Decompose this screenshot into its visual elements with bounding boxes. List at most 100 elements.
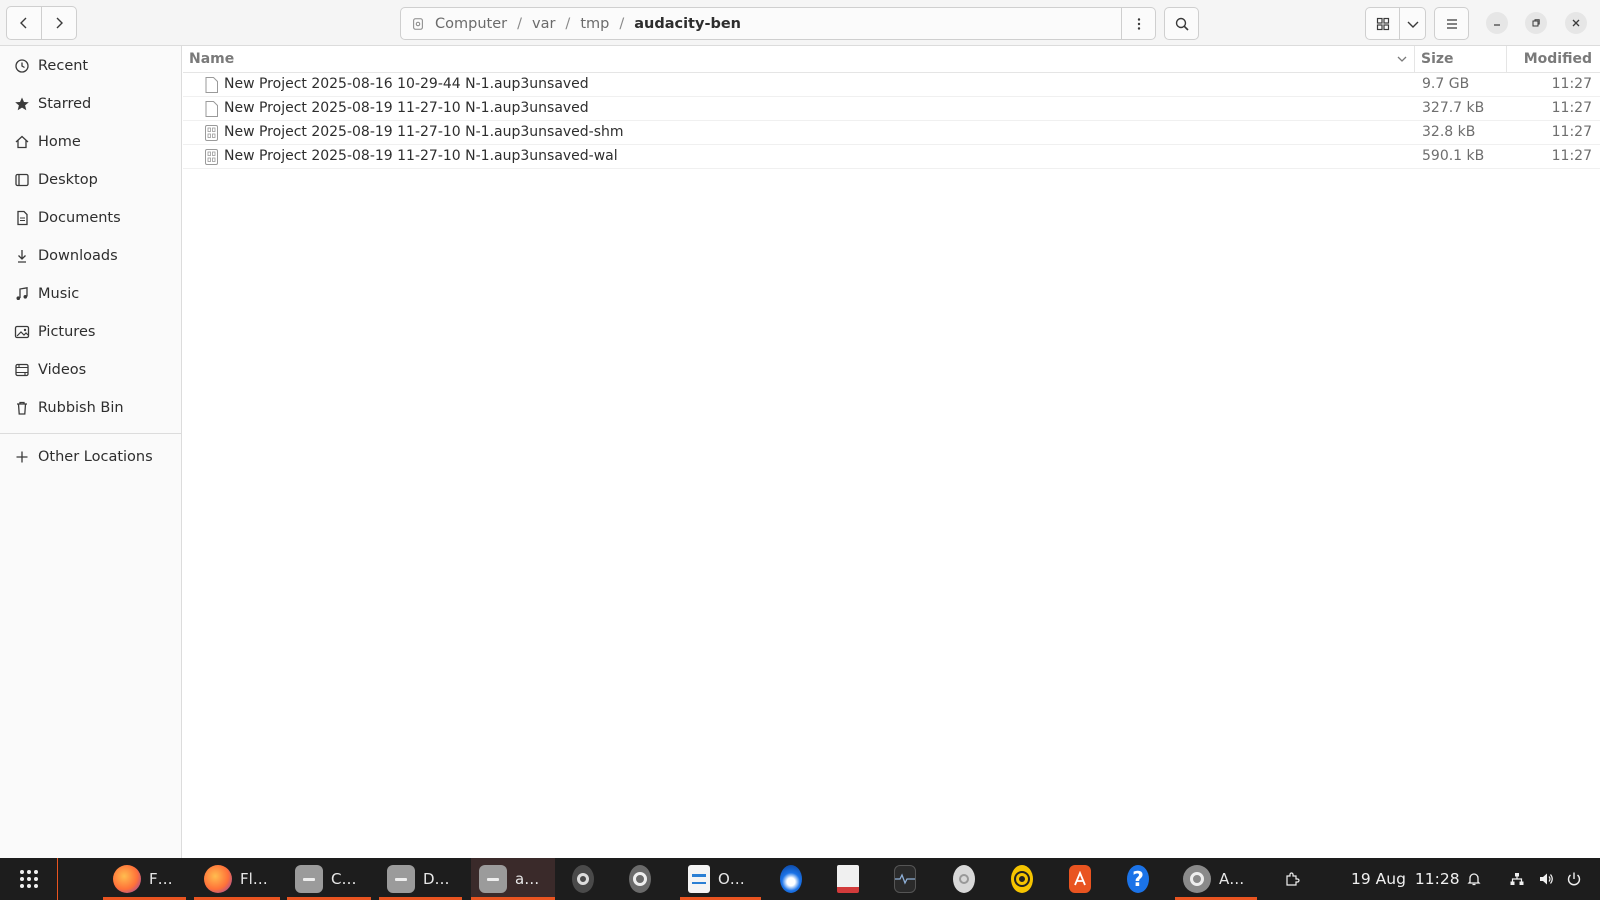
- file-list: Name Size Modified New Project 2025-08-1…: [183, 46, 1600, 858]
- trash-icon: [17, 401, 27, 415]
- view-options-button[interactable]: [1399, 7, 1426, 40]
- network-icon: [1510, 873, 1524, 885]
- table-row[interactable]: New Project 2025-08-19 11-27-10 N-1.aup3…: [183, 97, 1600, 121]
- sidebar-item-desktop[interactable]: Desktop: [0, 163, 181, 197]
- path-menu-button[interactable]: [1121, 7, 1156, 40]
- task-disks[interactable]: [953, 858, 983, 900]
- taskbar: F… Fl… C… D… a… O… ? A… 19 Aug 11:28: [0, 858, 1600, 900]
- volume-indicator[interactable]: [1538, 858, 1554, 900]
- file-size: 327.7 kB: [1422, 100, 1485, 116]
- firefox-icon: [204, 865, 232, 893]
- file-modified: 11:27: [1551, 76, 1592, 92]
- sidebar-item-recent[interactable]: Recent: [0, 49, 181, 83]
- task-rhythmbox[interactable]: [1011, 858, 1041, 900]
- disk-icon: [413, 17, 423, 30]
- task-help[interactable]: ?: [1127, 858, 1157, 900]
- sidebar-item-label: Music: [38, 286, 80, 302]
- table-row[interactable]: New Project 2025-08-16 10-29-44 N-1.aup3…: [183, 73, 1600, 97]
- file-size: 590.1 kB: [1422, 148, 1485, 164]
- binary-file-icon: [205, 125, 218, 141]
- sidebar-item-home[interactable]: Home: [0, 125, 181, 159]
- sidebar-item-starred[interactable]: Starred: [0, 87, 181, 121]
- download-icon: [18, 250, 26, 263]
- task-speaker[interactable]: [572, 858, 602, 900]
- close-icon: [1572, 19, 1580, 27]
- extensions-indicator[interactable]: [1284, 858, 1300, 900]
- task-system-monitor[interactable]: [894, 858, 924, 900]
- sidebar-item-documents[interactable]: Documents: [0, 201, 181, 235]
- task-firefox-2[interactable]: Fl…: [194, 858, 280, 900]
- sidebar-item-label: Documents: [38, 210, 121, 226]
- chevron-down-icon: [1407, 21, 1418, 28]
- sidebar-item-videos[interactable]: Videos: [0, 353, 181, 387]
- notifications-indicator[interactable]: [1466, 858, 1482, 900]
- network-indicator[interactable]: [1509, 858, 1525, 900]
- puzzle-icon: [1286, 872, 1300, 886]
- grid-view-button[interactable]: [1365, 7, 1400, 40]
- close-button[interactable]: [1565, 12, 1587, 34]
- sidebar-item-label: Recent: [38, 58, 89, 74]
- show-apps-button[interactable]: [0, 858, 58, 900]
- search-button[interactable]: [1164, 7, 1199, 40]
- back-button[interactable]: [6, 6, 42, 40]
- binary-file-icon: [205, 149, 218, 165]
- sort-descending-icon[interactable]: [1395, 52, 1409, 66]
- forward-button[interactable]: [41, 6, 77, 40]
- picture-icon: [14, 325, 30, 339]
- music-icon: [16, 287, 28, 300]
- task-thunderbird[interactable]: [780, 858, 810, 900]
- breadcrumb-current[interactable]: audacity-ben: [628, 16, 747, 32]
- table-row[interactable]: New Project 2025-08-19 11-27-10 N-1.aup3…: [183, 121, 1600, 145]
- task-files-2[interactable]: D…: [379, 858, 462, 900]
- chevron-left-icon: [20, 17, 27, 29]
- disk-icon: [953, 865, 975, 893]
- column-header-size[interactable]: Size: [1415, 46, 1507, 72]
- writer-icon: [688, 865, 710, 893]
- breadcrumb-var[interactable]: var: [526, 16, 561, 32]
- sidebar-item-rubbish-bin[interactable]: Rubbish Bin: [0, 391, 181, 425]
- task-document-viewer[interactable]: [837, 858, 867, 900]
- clock-icon: [15, 59, 29, 73]
- bell-icon: [1467, 873, 1481, 886]
- activity-monitor-icon: [894, 865, 916, 893]
- task-files-1[interactable]: C…: [287, 858, 371, 900]
- sidebar-item-label: Desktop: [38, 172, 98, 188]
- sidebar-item-pictures[interactable]: Pictures: [0, 315, 181, 349]
- document-viewer-icon: [837, 865, 859, 893]
- main-menu-button[interactable]: [1434, 7, 1469, 40]
- sidebar-item-label: Downloads: [38, 248, 118, 264]
- power-indicator[interactable]: [1566, 858, 1582, 900]
- sidebar-item-other-locations[interactable]: Other Locations: [0, 440, 181, 474]
- file-name: New Project 2025-08-16 10-29-44 N-1.aup3…: [224, 76, 589, 92]
- task-settings-app[interactable]: [629, 858, 659, 900]
- sidebar-item-label: Starred: [38, 96, 92, 112]
- rhythmbox-icon: [1011, 865, 1033, 893]
- app-center-icon: [1069, 865, 1091, 893]
- task-writer[interactable]: O…: [680, 858, 761, 900]
- sidebar-item-label: Rubbish Bin: [38, 400, 124, 416]
- files-icon: [295, 865, 323, 893]
- speaker-icon: [572, 865, 594, 893]
- task-app-center[interactable]: [1069, 858, 1099, 900]
- table-row[interactable]: New Project 2025-08-19 11-27-10 N-1.aup3…: [183, 145, 1600, 169]
- file-modified: 11:27: [1551, 124, 1592, 140]
- sidebar-item-label: Videos: [38, 362, 87, 378]
- task-firefox-1[interactable]: F…: [103, 858, 186, 900]
- sidebar-item-music[interactable]: Music: [0, 277, 181, 311]
- sidebar-item-downloads[interactable]: Downloads: [0, 239, 181, 273]
- maximize-button[interactable]: [1525, 12, 1547, 34]
- breadcrumb-computer[interactable]: Computer: [429, 16, 513, 32]
- power-icon: [1567, 872, 1581, 886]
- search-icon: [1175, 17, 1189, 31]
- chevron-right-icon: [56, 17, 63, 29]
- task-settings[interactable]: A…: [1175, 858, 1257, 900]
- sidebar-divider: [0, 433, 181, 434]
- breadcrumb-tmp[interactable]: tmp: [574, 16, 615, 32]
- column-header-modified[interactable]: Modified: [1507, 46, 1600, 72]
- clock[interactable]: 19 Aug 11:28: [1351, 858, 1460, 900]
- files-icon: [479, 865, 507, 893]
- hamburger-icon: [1446, 18, 1457, 29]
- minimize-button[interactable]: [1486, 12, 1508, 34]
- column-header-name[interactable]: Name: [183, 46, 1415, 72]
- task-files-active[interactable]: a…: [471, 858, 555, 900]
